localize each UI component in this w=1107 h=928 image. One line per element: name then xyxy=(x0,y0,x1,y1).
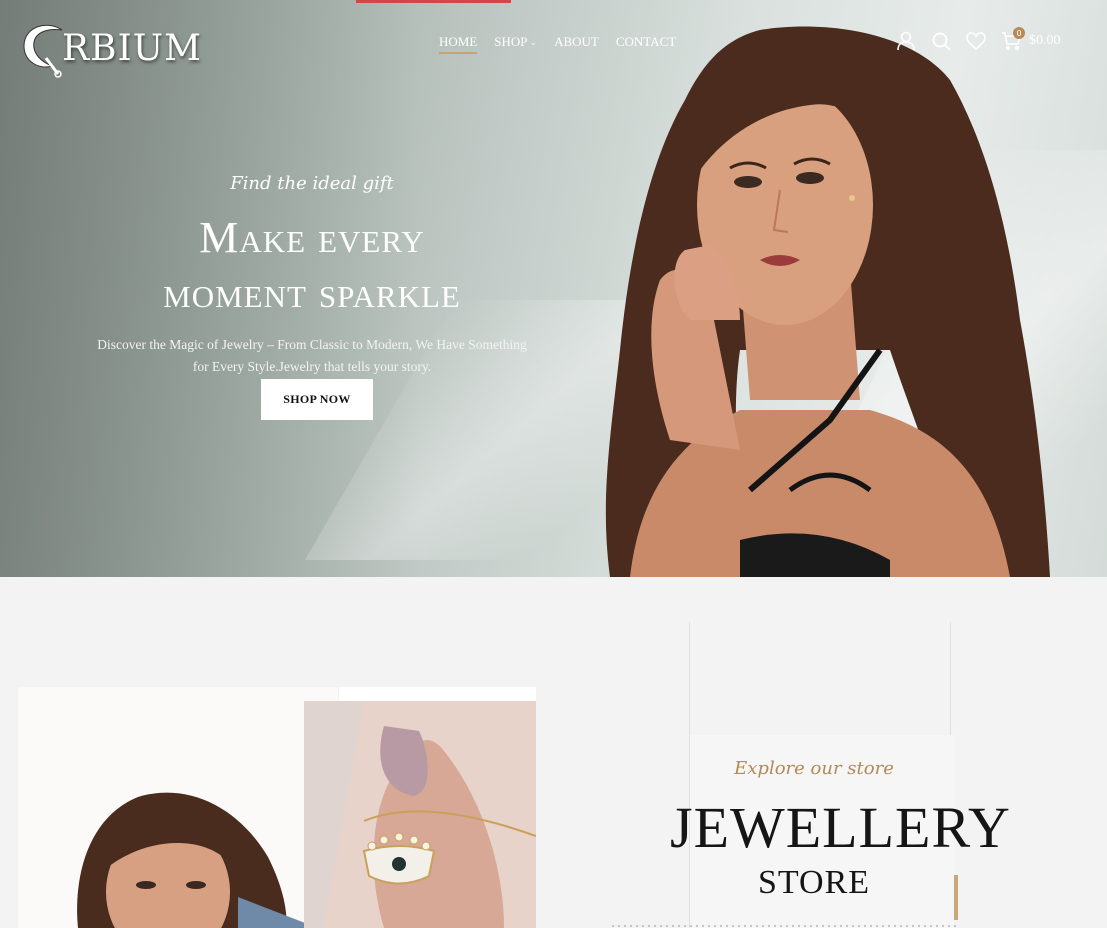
cart-count-badge: 0 xyxy=(1013,27,1025,39)
user-icon xyxy=(897,31,915,51)
hero-subtitle: Discover the Magic of Jewelry – From Cla… xyxy=(72,334,552,378)
store-description-line xyxy=(610,924,960,928)
cart-button[interactable]: 0 xyxy=(1001,27,1025,52)
necklace-closeup-card[interactable] xyxy=(304,701,536,928)
chevron-down-icon: ⌄ xyxy=(529,36,538,47)
hero-subtitle-line1: Discover the Magic of Jewelry – From Cla… xyxy=(97,337,527,352)
necklace-image xyxy=(304,701,536,928)
nav-shop[interactable]: SHOP ⌄ xyxy=(494,34,537,50)
nav-about-label: ABOUT xyxy=(554,34,599,49)
hero-model-image xyxy=(605,26,1050,577)
search-button[interactable] xyxy=(931,30,951,52)
nav-home-label: HOME xyxy=(439,34,478,49)
store-subtitle: STORE xyxy=(757,864,871,901)
hero-eyebrow: Find the ideal gift xyxy=(230,173,394,194)
hero-subtitle-line2: for Every Style.Jewelry that tells your … xyxy=(192,359,432,374)
hero-title: Make every moment sparkle xyxy=(72,210,552,320)
model-portrait-image xyxy=(18,687,338,928)
top-accent-bar xyxy=(356,0,511,3)
nav-contact-label: CONTACT xyxy=(615,34,677,49)
store-eyebrow: Explore our store xyxy=(734,758,894,779)
site-logo[interactable]: RBIUM xyxy=(18,14,218,78)
nav-about[interactable]: ABOUT xyxy=(554,34,599,50)
wishlist-button[interactable] xyxy=(966,30,986,52)
account-button[interactable] xyxy=(896,30,916,52)
nav-shop-label: SHOP xyxy=(494,34,528,49)
hero-title-line2: moment sparkle xyxy=(163,268,461,317)
heart-icon xyxy=(966,32,986,50)
shop-now-button[interactable]: SHOP NOW xyxy=(261,379,373,420)
main-nav: HOME SHOP ⌄ ABOUT CONTACT xyxy=(439,34,676,54)
logo-wordmark: RBIUM xyxy=(62,28,202,69)
model-portrait-card[interactable] xyxy=(18,687,338,928)
search-icon xyxy=(932,32,951,51)
nav-contact[interactable]: CONTACT xyxy=(616,34,676,50)
nav-home[interactable]: HOME xyxy=(439,34,478,54)
header-tools: 0 $0.00 xyxy=(896,27,1061,52)
hero-text-block: Find the ideal gift Make every moment sp… xyxy=(72,170,552,378)
card-top-strip xyxy=(339,687,536,701)
hero-title-line1: Make every xyxy=(199,213,425,262)
store-title: JEWELLERY xyxy=(670,795,1011,860)
gold-accent-bar xyxy=(954,875,958,920)
cart-total[interactable]: $0.00 xyxy=(1029,33,1061,49)
hero-banner: RBIUM HOME SHOP ⌄ ABOUT CONTACT 0 $0.00 … xyxy=(0,0,1107,577)
